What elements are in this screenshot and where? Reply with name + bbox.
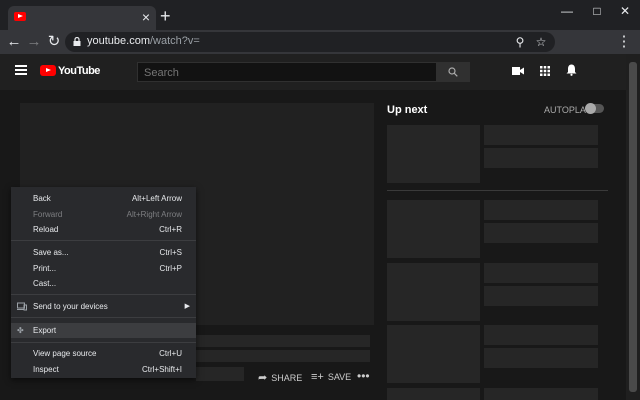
lock-icon: [73, 37, 81, 46]
browser-toolbar: ← → ↻ youtube.com/watch?v= ⚲ ☆ ⋮: [0, 30, 640, 54]
recommended-thumbnail[interactable]: [387, 200, 480, 258]
scrollbar-thumb[interactable]: [629, 62, 637, 392]
submenu-arrow-icon: ▶: [185, 299, 190, 314]
new-tab-button[interactable]: +: [160, 6, 171, 26]
menu-item-cast[interactable]: Cast...: [11, 276, 196, 291]
menu-item-back[interactable]: Back Alt+Left Arrow: [11, 191, 196, 206]
recommended-title-placeholder: [484, 200, 598, 220]
address-bar[interactable]: youtube.com/watch?v= ⚲ ☆: [65, 32, 555, 52]
youtube-logo-icon[interactable]: [40, 65, 56, 76]
menu-item-inspect[interactable]: Inspect Ctrl+Shift+I: [11, 362, 196, 377]
create-video-icon[interactable]: [510, 64, 526, 80]
menu-separator: [11, 240, 196, 241]
recommended-title-placeholder: [484, 348, 598, 368]
menu-item-forward[interactable]: Forward Alt+Right Arrow: [11, 207, 196, 222]
search-icon: [448, 67, 458, 77]
autoplay-toggle[interactable]: [586, 104, 604, 113]
recommended-thumbnail[interactable]: [387, 388, 480, 400]
up-next-divider: [387, 190, 608, 191]
hamburger-menu-icon[interactable]: [15, 65, 27, 75]
playlist-add-icon: ≡+: [311, 371, 324, 383]
recommended-thumbnail[interactable]: [387, 263, 480, 321]
puzzle-extension-icon: ✤: [17, 326, 27, 335]
back-arrow-icon[interactable]: ←: [4, 32, 24, 52]
menu-item-export[interactable]: ✤ Export: [11, 323, 196, 338]
menu-separator: [11, 294, 196, 295]
recommended-title-placeholder: [484, 223, 598, 243]
recommended-title-placeholder: [484, 388, 598, 400]
bookmark-star-icon[interactable]: ☆: [533, 34, 549, 50]
browser-tab[interactable]: ×: [8, 6, 156, 30]
search-box: [137, 62, 437, 82]
video-title-placeholder: [196, 335, 370, 347]
menu-item-print[interactable]: Print... Ctrl+P: [11, 261, 196, 276]
menu-item-save-as[interactable]: Save as... Ctrl+S: [11, 245, 196, 260]
menu-item-view-source[interactable]: View page source Ctrl+U: [11, 346, 196, 361]
search-input[interactable]: [138, 64, 430, 82]
recommended-title-placeholder: [484, 325, 598, 345]
zoom-icon[interactable]: ⚲: [512, 34, 528, 50]
youtube-logo-text[interactable]: YouTube: [58, 65, 100, 77]
forward-arrow-icon[interactable]: →: [24, 32, 44, 52]
youtube-favicon-icon: [14, 12, 26, 21]
url-text: youtube.com/watch?v=: [87, 35, 200, 47]
views-placeholder: [196, 367, 244, 381]
browser-menu-icon[interactable]: ⋮: [614, 32, 634, 52]
up-next-heading: Up next: [387, 104, 427, 116]
maximize-button[interactable]: □: [582, 2, 612, 20]
recommended-thumbnail[interactable]: [387, 325, 480, 383]
browser-titlebar: × + — □ ✕: [0, 0, 640, 30]
more-actions-icon[interactable]: •••: [357, 369, 370, 383]
reload-icon[interactable]: ↻: [44, 32, 64, 52]
recommended-title-placeholder: [484, 286, 598, 306]
up-next-title-placeholder: [484, 148, 598, 168]
notifications-bell-icon[interactable]: [563, 64, 579, 80]
search-button[interactable]: [436, 62, 470, 82]
save-button[interactable]: ≡+SAVE: [311, 371, 351, 383]
up-next-thumbnail[interactable]: [387, 125, 480, 183]
youtube-header: YouTube: [0, 54, 626, 90]
minimize-button[interactable]: —: [552, 2, 582, 20]
up-next-title-placeholder: [484, 125, 598, 145]
page-scrollbar[interactable]: [626, 54, 640, 400]
share-icon: ➦: [258, 372, 267, 384]
menu-item-send-to-devices[interactable]: Send to your devices ▶: [11, 299, 196, 314]
video-title-placeholder: [196, 350, 370, 362]
tab-close-icon[interactable]: ×: [142, 9, 150, 25]
context-menu: Back Alt+Left Arrow Forward Alt+Right Ar…: [11, 187, 196, 378]
close-window-button[interactable]: ✕: [610, 2, 640, 20]
devices-icon: [17, 302, 27, 311]
share-button[interactable]: ➦SHARE: [258, 371, 302, 384]
menu-separator: [11, 317, 196, 318]
menu-separator: [11, 342, 196, 343]
recommended-title-placeholder: [484, 263, 598, 283]
menu-item-reload[interactable]: Reload Ctrl+R: [11, 222, 196, 237]
apps-grid-icon[interactable]: [537, 64, 553, 80]
